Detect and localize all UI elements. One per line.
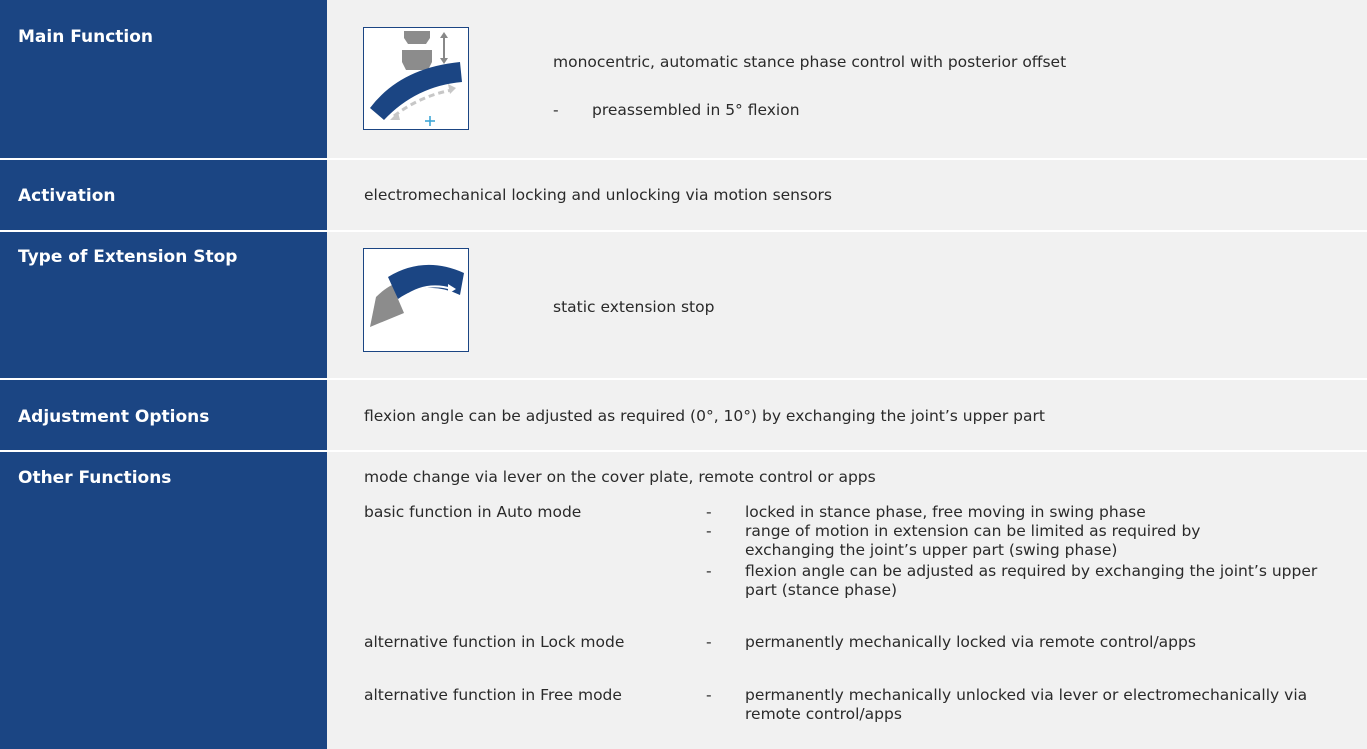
main-function-dash: - — [553, 101, 559, 119]
row-main-function: Main Function monocentric, automatic sta… — [0, 0, 1367, 158]
knee-joint-stance-control-icon — [363, 27, 469, 130]
main-function-text: monocentric, automatic stance phase cont… — [553, 53, 1067, 71]
auto-item-2-dash: - — [706, 522, 712, 540]
label-main-function-text: Main Function — [18, 27, 154, 47]
activation-text: electromechanical locking and unlocking … — [364, 186, 833, 204]
row-other-functions: Other Functions mode change via lever on… — [0, 452, 1367, 749]
label-other-functions-text: Other Functions — [18, 468, 172, 488]
auto-item-1: locked in stance phase, free moving in s… — [745, 503, 1146, 521]
content-main-function: monocentric, automatic stance phase cont… — [327, 0, 1367, 158]
lock-mode-name: alternative function in Lock mode — [364, 633, 625, 651]
label-other-functions: Other Functions — [0, 452, 327, 749]
label-adjustment-options: Adjustment Options — [0, 380, 327, 450]
extension-stop-icon — [363, 248, 469, 352]
label-main-function: Main Function — [0, 0, 327, 158]
row-activation: Activation electromechanical locking and… — [0, 160, 1367, 230]
auto-item-3-dash: - — [706, 562, 712, 580]
free-mode-name: alternative function in Free mode — [364, 686, 622, 704]
label-extension-stop: Type of Extension Stop — [0, 232, 327, 378]
lock-item-dash: - — [706, 633, 712, 651]
main-function-subitem: preassembled in 5° flexion — [592, 101, 800, 119]
label-activation-text: Activation — [18, 186, 116, 206]
row-adjustment-options: Adjustment Options flexion angle can be … — [0, 380, 1367, 450]
label-extension-stop-text: Type of Extension Stop — [18, 247, 238, 267]
label-activation: Activation — [0, 160, 327, 230]
free-item-dash: - — [706, 686, 712, 704]
label-adjustment-options-text: Adjustment Options — [18, 407, 210, 427]
auto-item-2: range of motion in extension can be limi… — [745, 522, 1201, 559]
content-activation: electromechanical locking and unlocking … — [327, 160, 1367, 230]
other-functions-intro: mode change via lever on the cover plate… — [364, 468, 876, 486]
content-extension-stop: static extension stop — [327, 232, 1367, 378]
adjustment-options-text: flexion angle can be adjusted as require… — [364, 407, 1045, 425]
row-extension-stop: Type of Extension Stop static extension … — [0, 232, 1367, 378]
content-other-functions: mode change via lever on the cover plate… — [327, 452, 1367, 749]
content-adjustment-options: flexion angle can be adjusted as require… — [327, 380, 1367, 450]
auto-item-1-dash: - — [706, 503, 712, 521]
specification-table: Main Function monocentric, automatic sta… — [0, 0, 1367, 749]
auto-mode-name: basic function in Auto mode — [364, 503, 582, 521]
auto-item-3: flexion angle can be adjusted as require… — [745, 562, 1318, 599]
free-item: permanently mechanically unlocked via le… — [745, 686, 1308, 723]
lock-item: permanently mechanically locked via remo… — [745, 633, 1196, 651]
extension-stop-text: static extension stop — [553, 298, 715, 316]
